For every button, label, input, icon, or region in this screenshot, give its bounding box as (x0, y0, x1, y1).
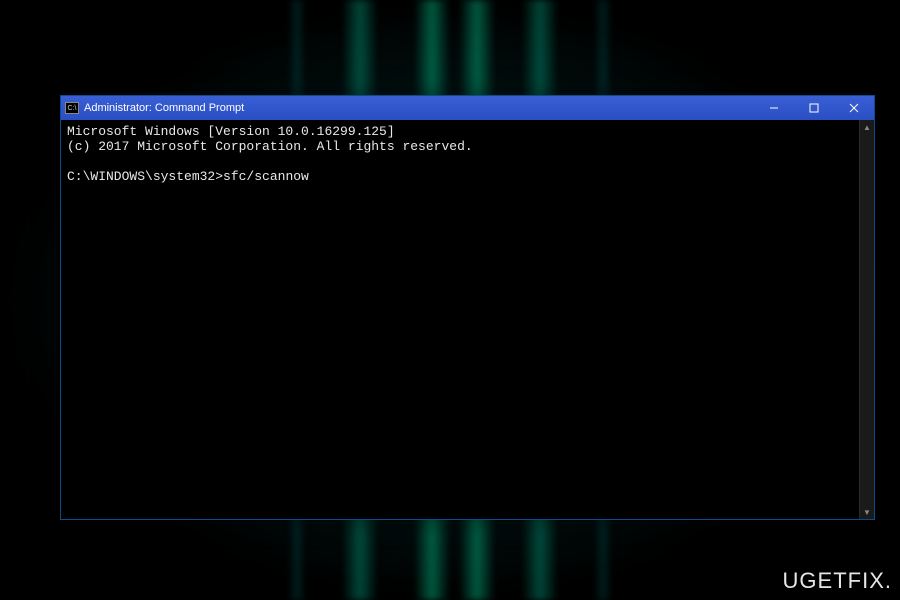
scroll-up-arrow-icon[interactable]: ▲ (860, 120, 874, 134)
terminal-output[interactable]: Microsoft Windows [Version 10.0.16299.12… (61, 120, 859, 519)
maximize-icon (809, 103, 819, 113)
terminal-body: Microsoft Windows [Version 10.0.16299.12… (61, 120, 874, 519)
scroll-down-arrow-icon[interactable]: ▼ (860, 505, 874, 519)
output-line: (c) 2017 Microsoft Corporation. All righ… (67, 139, 473, 154)
close-button[interactable] (834, 96, 874, 120)
prompt-text: C:\WINDOWS\system32> (67, 169, 223, 184)
vertical-scrollbar[interactable]: ▲ ▼ (859, 120, 874, 519)
scroll-track[interactable] (860, 134, 874, 505)
window-title: Administrator: Command Prompt (84, 102, 754, 114)
window-titlebar[interactable]: C:\ Administrator: Command Prompt (61, 96, 874, 120)
minimize-button[interactable] (754, 96, 794, 120)
output-line: Microsoft Windows [Version 10.0.16299.12… (67, 124, 395, 139)
watermark-logo: UGETFIX. (783, 568, 892, 594)
window-controls (754, 96, 874, 120)
close-icon (849, 103, 859, 113)
cmd-icon: C:\ (65, 102, 79, 114)
command-prompt-window: C:\ Administrator: Command Prompt Micros… (60, 95, 875, 520)
command-input[interactable]: sfc/scannow (223, 169, 309, 184)
minimize-icon (769, 103, 779, 113)
maximize-button[interactable] (794, 96, 834, 120)
